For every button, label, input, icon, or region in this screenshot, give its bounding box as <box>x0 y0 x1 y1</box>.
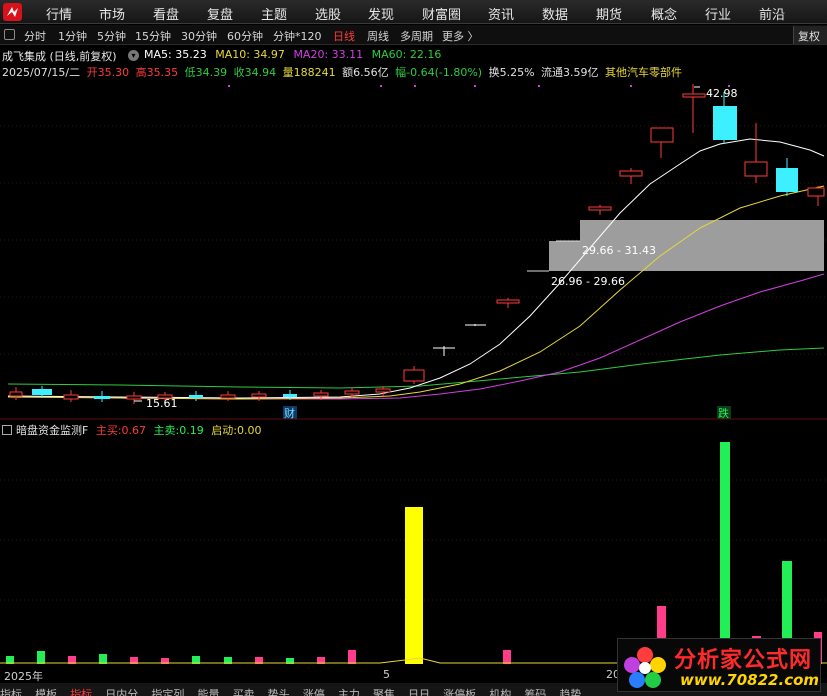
ma-settings-icon[interactable]: ▾ <box>128 50 139 61</box>
cai-marker[interactable]: 财 <box>284 406 295 420</box>
indicator-chart[interactable] <box>0 420 827 668</box>
date-axis-left: 2025年 <box>4 670 43 683</box>
candle <box>403 366 425 384</box>
vol-bar <box>37 651 45 664</box>
ma5-value: MA5: 35.23 <box>144 48 207 61</box>
candle <box>9 387 23 400</box>
bottom-tab[interactable]: 指定列 <box>151 688 184 696</box>
bottom-tab[interactable]: 主力 <box>338 688 360 696</box>
candle <box>776 158 798 196</box>
app-logo-icon[interactable] <box>3 3 22 21</box>
ma10-line <box>7 185 825 400</box>
tab-more[interactable]: 更多 〉 <box>442 28 479 44</box>
bottom-tab[interactable]: 机构 <box>489 688 511 696</box>
period-toolbar: 分时 1分钟 5分钟 15分钟 30分钟 60分钟 分钟*120 日线 周线 多… <box>0 25 827 45</box>
tab-120min[interactable]: 分钟*120 <box>273 28 322 44</box>
candle <box>189 391 203 401</box>
die-marker[interactable]: 跌 <box>718 406 729 420</box>
menu-faxian[interactable]: 发现 <box>368 4 394 23</box>
candle <box>63 390 79 402</box>
bottom-tab[interactable]: 趋势 <box>559 688 581 696</box>
menu-kanpan[interactable]: 看盘 <box>153 4 179 23</box>
fuquan-button[interactable]: 复权 <box>793 26 827 44</box>
bottom-tab[interactable]: 势头 <box>268 688 290 696</box>
stock-title: 成飞集成 (日线,前复权) <box>2 50 117 63</box>
zone1-label: 29.66 - 31.43 <box>582 244 656 257</box>
tab-60min[interactable]: 60分钟 <box>227 28 263 44</box>
candle <box>744 123 768 183</box>
menu-qianyan[interactable]: 前沿 <box>759 4 785 23</box>
vol-bar <box>348 650 356 664</box>
marker-dot <box>380 85 382 87</box>
flower-logo-icon <box>624 647 666 688</box>
resistance-zone <box>580 220 824 241</box>
bottom-tab[interactable]: 指标 <box>0 688 22 696</box>
candle <box>588 205 612 215</box>
menu-xuangu[interactable]: 选股 <box>315 4 341 23</box>
marker-dot <box>538 85 540 87</box>
menu-hangye[interactable]: 行业 <box>705 4 731 23</box>
candle <box>682 84 706 133</box>
menu-fupan[interactable]: 复盘 <box>207 4 233 23</box>
watermark-title: 分析家公式网 <box>674 648 813 673</box>
ma-legend: MA5: 35.23 MA10: 34.97 MA20: 33.11 MA60:… <box>144 48 446 61</box>
tab-30min[interactable]: 30分钟 <box>181 28 217 44</box>
candle <box>94 391 110 402</box>
candlestick-chart[interactable]: 29.66 - 31.43 26.96 - 29.66 42.98 15.61 … <box>0 78 827 420</box>
marker-dot <box>630 85 632 87</box>
candle <box>619 168 643 184</box>
tab-multi-period[interactable]: 多周期 <box>400 28 433 44</box>
menu-caifuquan[interactable]: 财富圈 <box>422 4 461 23</box>
tab-1min[interactable]: 1分钟 <box>58 28 87 44</box>
candle <box>807 186 825 206</box>
high-price-label: 42.98 <box>706 87 738 100</box>
panel-toggle-icon[interactable] <box>4 29 15 40</box>
candle <box>220 391 236 401</box>
bottom-tab[interactable]: 日内分 <box>105 688 138 696</box>
candle <box>650 127 674 158</box>
bottom-tab[interactable]: 日日 <box>408 688 430 696</box>
top-menu-bar: 行情 市场 看盘 复盘 主题 选股 发现 财富圈 资讯 数据 期货 概念 行业 … <box>0 0 827 24</box>
bottom-tab[interactable]: 买卖 <box>233 688 255 696</box>
candle <box>126 392 142 404</box>
bottom-tab[interactable]: 模板 <box>35 688 57 696</box>
low-price-label: 15.61 <box>146 397 178 410</box>
menu-zhuti[interactable]: 主题 <box>261 4 287 23</box>
tab-5min[interactable]: 5分钟 <box>97 28 126 44</box>
menu-qihuo[interactable]: 期货 <box>596 4 622 23</box>
zone2-label: 26.96 - 29.66 <box>551 275 625 288</box>
ma20-value: MA20: 33.11 <box>293 48 364 61</box>
watermark-url: www.70822.com <box>680 671 820 689</box>
tab-weekly[interactable]: 周线 <box>367 28 389 44</box>
bottom-tab[interactable]: 能量 <box>197 688 219 696</box>
tab-daily[interactable]: 日线 <box>333 28 355 44</box>
vol-bar <box>503 650 511 664</box>
watermark-logo: 分析家公式网 www.70822.com <box>617 638 821 692</box>
date-axis-mid: 5 <box>383 668 390 681</box>
menu-gainian[interactable]: 概念 <box>651 4 677 23</box>
vol-bar-highlight <box>405 507 423 664</box>
candle <box>465 324 486 326</box>
bottom-tab[interactable]: 涨停 <box>303 688 325 696</box>
marker-dot <box>414 85 416 87</box>
bottom-tab[interactable]: 聚焦 <box>373 688 395 696</box>
menu-shuju[interactable]: 数据 <box>542 4 568 23</box>
marker-dot <box>474 85 476 87</box>
tab-15min[interactable]: 15分钟 <box>135 28 171 44</box>
volume-bars <box>6 442 822 664</box>
vol-bar-highlight <box>720 442 730 664</box>
tab-fenshi[interactable]: 分时 <box>24 28 46 44</box>
ma10-value: MA10: 34.97 <box>215 48 285 61</box>
menu-hangqing[interactable]: 行情 <box>46 4 72 23</box>
top-markers <box>228 85 730 87</box>
menu-shichang[interactable]: 市场 <box>99 4 125 23</box>
marker-dot <box>228 85 230 87</box>
bottom-tab[interactable]: 筹码 <box>524 688 546 696</box>
bottom-tab[interactable]: 涨停板 <box>443 688 476 696</box>
candle <box>251 391 267 401</box>
candle <box>496 298 520 308</box>
menu-zixun[interactable]: 资讯 <box>488 4 514 23</box>
ma60-value: MA60: 22.16 <box>371 48 442 61</box>
bottom-tab[interactable]: 指标 <box>70 688 92 696</box>
